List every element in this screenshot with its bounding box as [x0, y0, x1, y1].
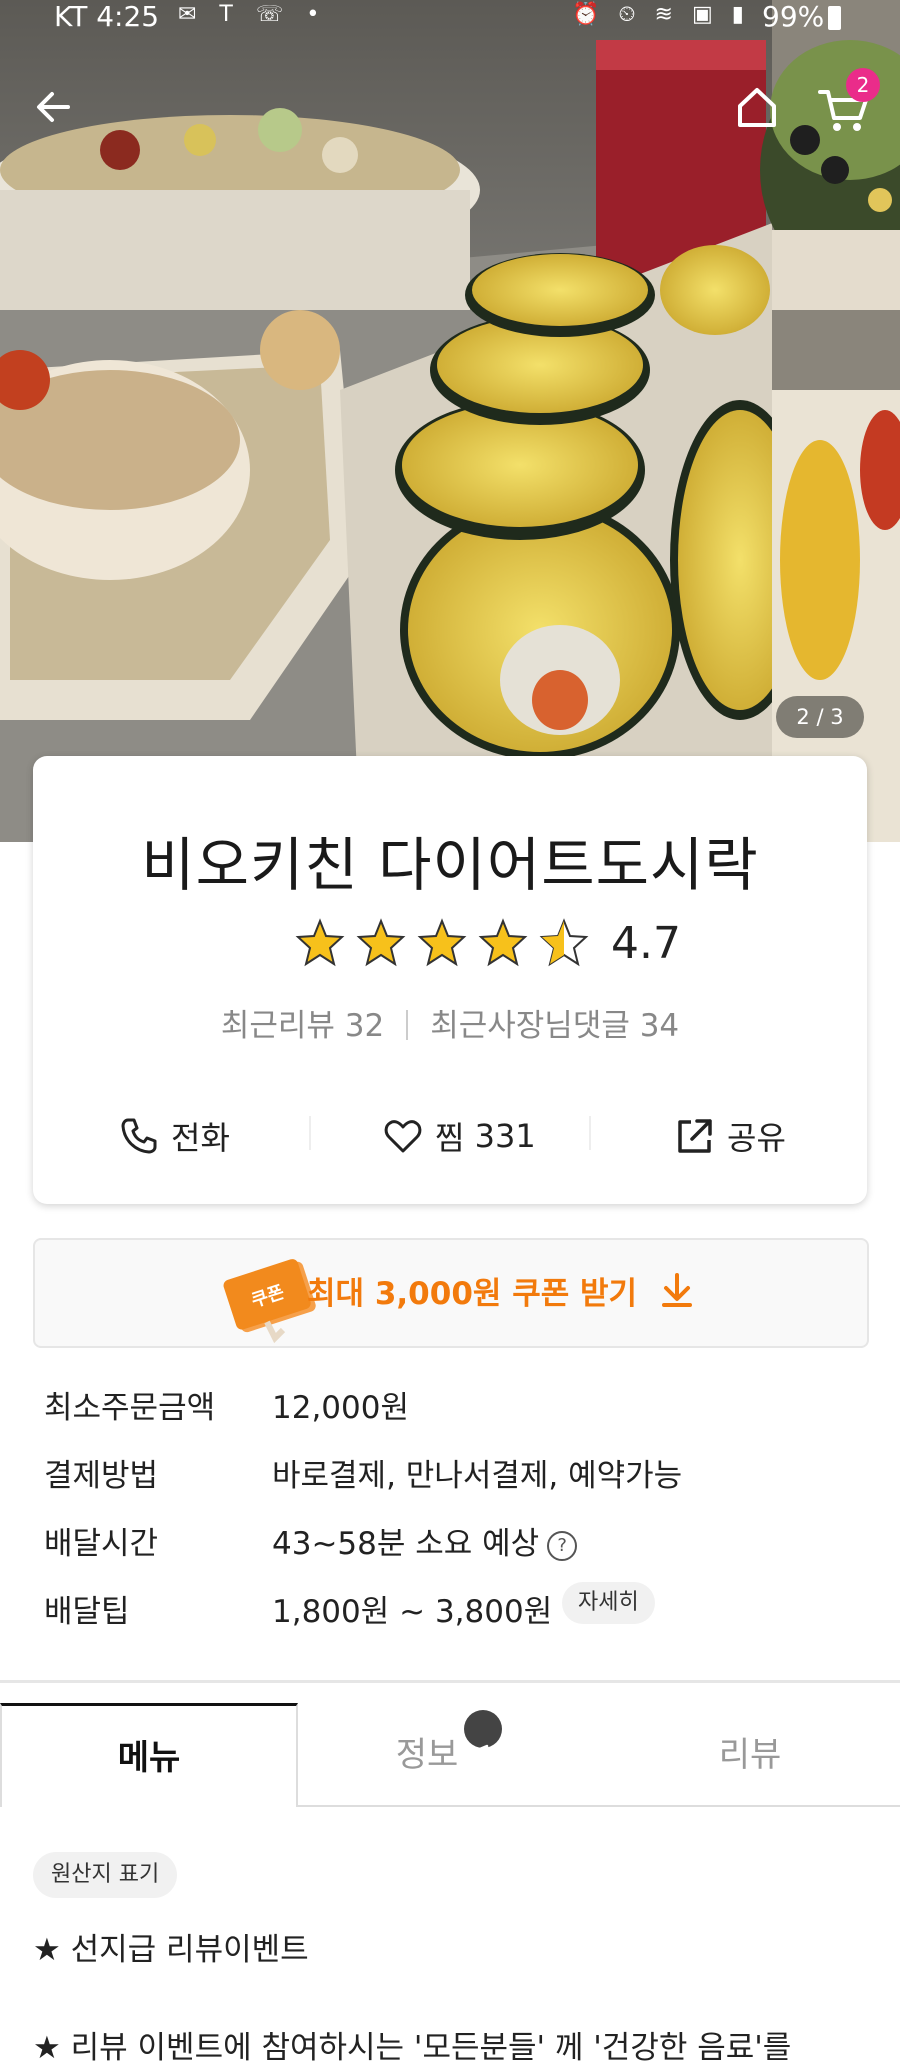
payment-value: 바로결제, 만나서결제, 예약가능 — [272, 1458, 683, 1494]
star-icon — [417, 918, 467, 967]
megaphone-icon — [464, 1710, 503, 1765]
heart-icon — [384, 1120, 422, 1153]
like-count: 331 — [474, 1117, 536, 1155]
delivery-time-value-wrap: 43~58분 소요 예상? — [272, 1518, 578, 1563]
tab-info-label: 정보 — [395, 1735, 459, 1775]
store-actions: 전화 찜 331 공유 — [33, 1096, 867, 1176]
store-info-card: 비오키친 다이어트도시락 4.7 최근리뷰 32 최근사장님댓글 34 전화 찜… — [33, 756, 867, 1204]
tab-info[interactable]: 정보 — [298, 1703, 600, 1807]
origin-info-button[interactable]: 원산지 표기 — [33, 1852, 178, 1898]
delivery-time-value: 43~58분 소요 예상 — [272, 1526, 540, 1562]
coupon-download-button[interactable]: 쿠폰 최대 3,000원 쿠폰 받기 — [33, 1238, 869, 1348]
payment-row: 결제방법 바로결제, 만나서결제, 예약가능 — [44, 1438, 864, 1506]
share-icon — [678, 1119, 712, 1153]
star-icon — [356, 918, 406, 967]
delivery-tip-row: 배달팁 1,800원 ~ 3,800원 자세히 — [44, 1574, 864, 1642]
system-icons: ⏰ ⏲ ≋ ▣ ▮ — [572, 2, 750, 27]
tab-review[interactable]: 리뷰 — [600, 1703, 900, 1807]
share-button[interactable]: 공유 — [675, 1096, 786, 1176]
carrier-time: KT 4:25 — [54, 0, 160, 33]
home-button[interactable] — [732, 82, 782, 132]
divider — [589, 1116, 591, 1150]
cart-count-badge: 2 — [846, 68, 880, 102]
back-button[interactable] — [30, 82, 80, 132]
tab-menu[interactable]: 메뉴 — [0, 1703, 298, 1807]
delivery-tip-detail-button[interactable]: 자세히 — [562, 1582, 655, 1624]
help-icon[interactable]: ? — [547, 1531, 578, 1561]
home-icon — [738, 88, 776, 127]
coupon-text: 최대 3,000원 쿠폰 받기 — [307, 1276, 638, 1312]
store-tabs: 메뉴 정보 리뷰 — [0, 1703, 900, 1807]
share-label: 공유 — [727, 1119, 786, 1157]
call-label: 전화 — [171, 1119, 230, 1157]
store-photo-carousel[interactable]: KT 4:25 ✉ T ☏ • ⏰ ⏲ ≋ ▣ ▮ 99% 2 2 / 3 — [0, 0, 900, 842]
min-order-row: 최소주문금액 12,000원 — [44, 1370, 864, 1438]
download-arrow-icon — [662, 1273, 692, 1307]
battery-percent: 99% — [762, 0, 825, 33]
review-event-detail: ★ 리뷰 이벤트에 참여하시는 '모든분들' 께 '건강한 음료'를 — [33, 2030, 792, 2066]
photo-page-indicator: 2 / 3 — [776, 696, 864, 738]
divider — [406, 1010, 409, 1040]
delivery-time-label: 배달시간 — [44, 1526, 159, 1562]
star-icon — [478, 918, 528, 967]
min-order-label: 최소주문금액 — [44, 1390, 216, 1426]
status-bar: KT 4:25 ✉ T ☏ • ⏰ ⏲ ≋ ▣ ▮ 99% — [0, 0, 900, 34]
star-icon — [295, 918, 345, 967]
divider — [309, 1116, 311, 1150]
recent-reviews-link[interactable]: 최근리뷰 32 — [221, 1008, 384, 1044]
store-name: 비오키친 다이어트도시락 — [141, 831, 759, 899]
review-event-notice: ★ 선지급 리뷰이벤트 — [33, 1932, 309, 1968]
section-divider — [0, 1680, 900, 1683]
notification-icons: ✉ T ☏ • — [178, 2, 328, 27]
half-star-icon — [539, 918, 589, 967]
delivery-tip-value: 1,800원 ~ 3,800원 — [272, 1594, 553, 1630]
back-arrow-icon — [37, 92, 70, 122]
like-label: 찜 — [435, 1119, 465, 1157]
store-details: 최소주문금액 12,000원 결제방법 바로결제, 만나서결제, 예약가능 배달… — [44, 1370, 864, 1642]
payment-label: 결제방법 — [44, 1458, 159, 1494]
min-order-value: 12,000원 — [272, 1390, 409, 1426]
delivery-time-row: 배달시간 43~58분 소요 예상? — [44, 1506, 864, 1574]
delivery-tip-label: 배달팁 — [44, 1594, 130, 1630]
like-button[interactable]: 찜 331 — [383, 1096, 536, 1176]
review-stats: 최근리뷰 32 최근사장님댓글 34 — [33, 1000, 867, 1045]
battery-icon — [828, 6, 841, 30]
rating-row: 4.7 — [263, 918, 683, 978]
phone-icon — [121, 1118, 157, 1154]
call-button[interactable]: 전화 — [119, 1096, 230, 1176]
owner-replies-link[interactable]: 최근사장님댓글 34 — [430, 1008, 679, 1044]
rating-value: 4.7 — [611, 918, 681, 969]
